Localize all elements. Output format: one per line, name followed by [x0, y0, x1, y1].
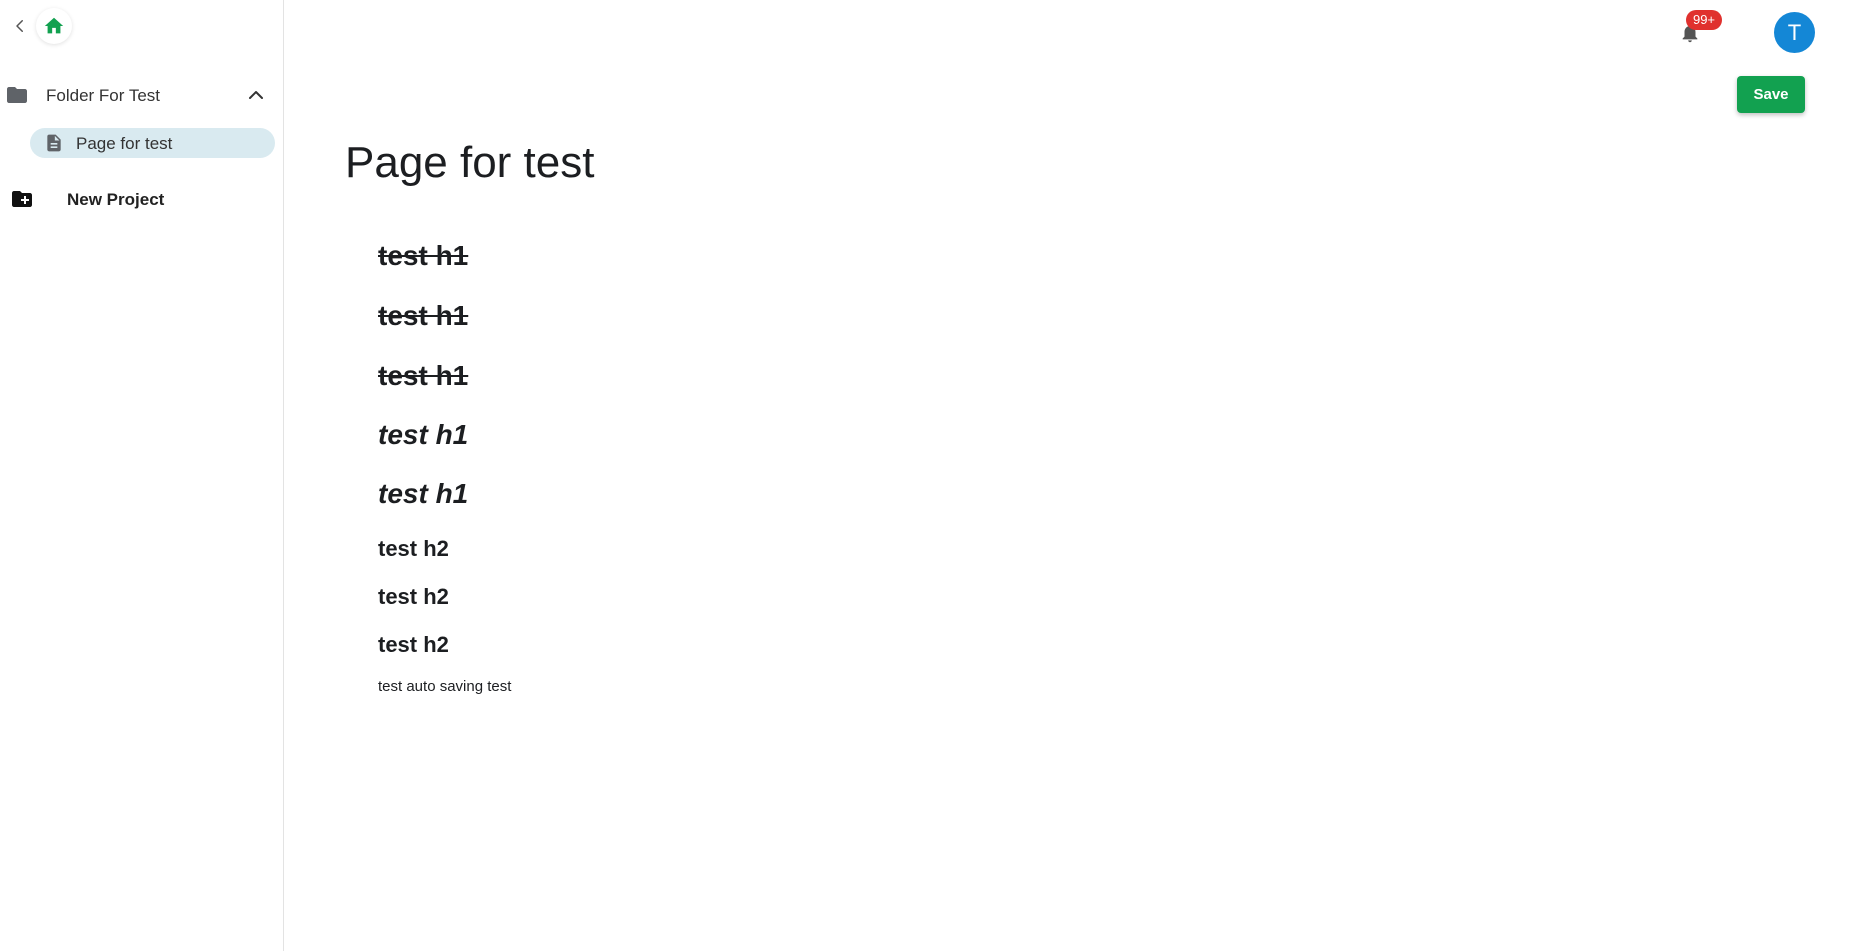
new-project-button[interactable]: New Project — [0, 184, 284, 214]
folder-label: Folder For Test — [46, 86, 161, 105]
new-project-label: New Project — [67, 190, 165, 209]
page-item-label: Page for test — [76, 134, 173, 153]
user-avatar[interactable]: T — [1774, 12, 1815, 53]
editor-block-h1[interactable]: test h1 — [378, 419, 468, 451]
editor-block-h1[interactable]: test h1 — [378, 478, 468, 510]
document-icon — [47, 134, 61, 152]
sidebar-folder-item[interactable]: Folder For Test — [0, 80, 284, 110]
sidebar: Folder For Test Page for test New Projec… — [0, 0, 284, 951]
save-button[interactable]: Save — [1737, 76, 1805, 113]
notification-count-badge: 99+ — [1686, 10, 1722, 30]
editor-block-h2[interactable]: test h2 — [378, 536, 449, 562]
sidebar-top-bar — [0, 0, 284, 54]
back-button[interactable] — [8, 14, 32, 38]
editor-block-h2[interactable]: test h2 — [378, 584, 449, 610]
home-button[interactable] — [36, 8, 72, 44]
editor-block-h1[interactable]: test h1 — [378, 360, 468, 392]
chevron-left-icon — [16, 20, 23, 32]
editor-block-h1[interactable]: test h1 — [378, 240, 468, 272]
home-icon — [44, 17, 64, 34]
folder-icon — [7, 87, 27, 103]
folder-plus-icon — [12, 191, 32, 207]
editor-block-h1[interactable]: test h1 — [378, 300, 468, 332]
chevron-up-icon[interactable] — [244, 83, 268, 107]
app-root: Folder For Test Page for test New Projec… — [0, 0, 1853, 951]
page-title[interactable]: Page for test — [345, 138, 594, 188]
sidebar-page-item[interactable]: Page for test — [30, 128, 275, 158]
editor-block-paragraph[interactable]: test auto saving test — [378, 678, 511, 695]
editor-block-h2[interactable]: test h2 — [378, 632, 449, 658]
